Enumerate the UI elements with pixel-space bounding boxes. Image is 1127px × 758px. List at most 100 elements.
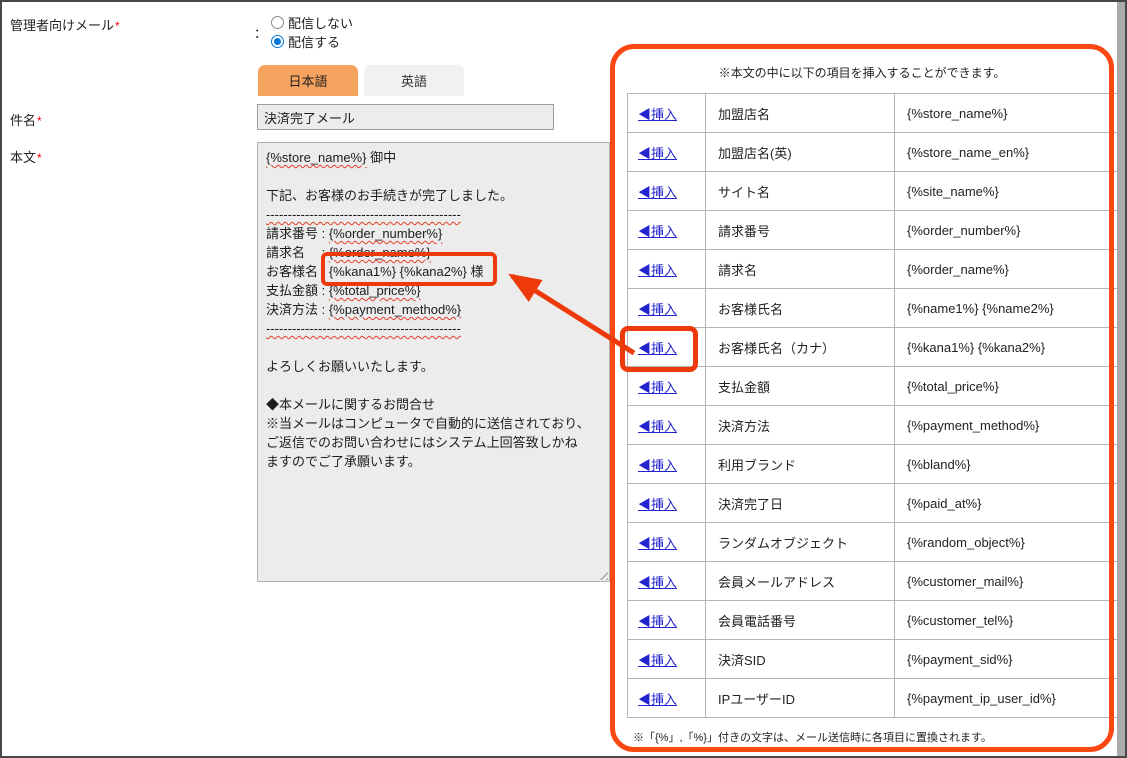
body-line: 請求名 : {%order_name%} xyxy=(266,243,601,262)
radio-options: 配信しない配信する xyxy=(271,13,359,51)
insert-link[interactable]: ◀挿入 xyxy=(638,536,677,551)
radio-option-配信しない[interactable]: 配信しない xyxy=(271,13,353,32)
insert-link[interactable]: ◀挿入 xyxy=(638,380,677,395)
item-name-cell: 支払金額 xyxy=(706,367,895,406)
item-name-cell: 加盟店名(英) xyxy=(706,133,895,172)
insert-cell: ◀挿入 xyxy=(628,328,706,367)
insert-link[interactable]: ◀挿入 xyxy=(638,341,677,356)
insert-link[interactable]: ◀挿入 xyxy=(638,263,677,278)
mail-body-text: {%store_name%} 御中 下記、お客様のお手続きが完了しました。 ---… xyxy=(266,148,601,471)
admin-mail-label: 管理者向けメール* xyxy=(10,15,120,34)
table-row: ◀挿入お客様氏名（カナ）{%kana1%} {%kana2%} xyxy=(628,328,1127,367)
variable-cell: {%payment_ip_user_id%} xyxy=(895,679,1127,718)
body-line: 請求番号 : {%order_number%} xyxy=(266,224,601,243)
variable-table: ◀挿入加盟店名{%store_name%}◀挿入加盟店名(英){%store_n… xyxy=(627,93,1127,718)
item-name-cell: 会員メールアドレス xyxy=(706,562,895,601)
panel-header-note: ※本文の中に以下の項目を挿入することができます。 xyxy=(612,64,1112,81)
body-text: ご返信でのお問い合わせにはシステム上回答致しかね xyxy=(266,435,578,450)
insert-cell: ◀挿入 xyxy=(628,133,706,172)
insert-cell: ◀挿入 xyxy=(628,250,706,289)
body-textarea[interactable]: {%store_name%} 御中 下記、お客様のお手続きが完了しました。 ---… xyxy=(257,142,610,582)
table-row: ◀挿入 決済方法{%payment_method%} xyxy=(628,406,1127,445)
body-text: ※当メールはコンピュータで自動的に送信されており、 xyxy=(266,416,590,431)
insert-link[interactable]: ◀挿入 xyxy=(638,224,677,239)
insert-link[interactable]: ◀挿入 xyxy=(638,146,677,161)
radio-option-label: 配信する xyxy=(288,32,340,51)
table-row: ◀挿入 IPユーザーID{%payment_ip_user_id%} xyxy=(628,679,1127,718)
template-variable: ----------------------------------------… xyxy=(266,207,461,222)
body-line: ----------------------------------------… xyxy=(266,319,601,338)
variable-cell: {%paid_at%} xyxy=(895,484,1127,523)
insert-cell: ◀挿入 xyxy=(628,367,706,406)
delivery-radio-group: ： 配信しない配信する xyxy=(254,13,359,51)
table-row: ◀挿入請求番号{%order_number%} xyxy=(628,211,1127,250)
insert-cell: ◀挿入 xyxy=(628,523,706,562)
body-label-text: 本文 xyxy=(10,150,36,165)
insert-link[interactable]: ◀挿入 xyxy=(638,458,677,473)
body-line: よろしくお願いいたします。 xyxy=(266,357,601,376)
subject-label: 件名* xyxy=(10,110,42,129)
table-row: ◀挿入利用ブランド{%bland%} xyxy=(628,445,1127,484)
body-text: ますのでご了承願います。 xyxy=(266,454,421,469)
insert-cell: ◀挿入 xyxy=(628,562,706,601)
variable-cell: {%total_price%} xyxy=(895,367,1127,406)
vertical-scrollbar[interactable] xyxy=(1117,2,1125,756)
variable-cell: {%bland%} xyxy=(895,445,1127,484)
item-name-cell: 請求名 xyxy=(706,250,895,289)
body-line: ----------------------------------------… xyxy=(266,205,601,224)
insert-link[interactable]: ◀挿入 xyxy=(638,419,677,434)
body-line: 下記、お客様のお手続きが完了しました。 xyxy=(266,186,601,205)
table-row: ◀挿入お客様氏名{%name1%} {%name2%} xyxy=(628,289,1127,328)
variable-cell: {%order_name%} xyxy=(895,250,1127,289)
insert-link[interactable]: ◀挿入 xyxy=(638,107,677,122)
body-label: 本文* xyxy=(10,147,42,166)
insert-link[interactable]: ◀挿入 xyxy=(638,653,677,668)
separator-colon: ： xyxy=(254,23,267,42)
resize-grip-icon[interactable] xyxy=(597,569,608,580)
body-line xyxy=(266,167,601,186)
body-line: ますのでご了承願います。 xyxy=(266,452,601,471)
insert-link[interactable]: ◀挿入 xyxy=(638,692,677,707)
template-variable: {%total_price%} xyxy=(329,283,421,298)
admin-mail-label-text: 管理者向けメール xyxy=(10,18,114,33)
table-row: ◀挿入決済完了日{%paid_at%} xyxy=(628,484,1127,523)
item-name-cell: 加盟店名 xyxy=(706,94,895,133)
body-text: 御中 xyxy=(366,150,396,165)
body-text: 支払金額 : xyxy=(266,283,329,298)
table-row: ◀挿入 請求名{%order_name%} xyxy=(628,250,1127,289)
item-name-cell: 決済方法 xyxy=(706,406,895,445)
insert-link[interactable]: ◀挿入 xyxy=(638,302,677,317)
item-name-cell: IPユーザーID xyxy=(706,679,895,718)
radio-unselected-icon[interactable] xyxy=(271,16,284,29)
subject-label-text: 件名 xyxy=(10,113,36,128)
radio-option-label: 配信しない xyxy=(288,13,353,32)
radio-selected-icon[interactable] xyxy=(271,35,284,48)
variable-cell: {%payment_method%} xyxy=(895,406,1127,445)
radio-option-配信する[interactable]: 配信する xyxy=(271,32,353,51)
template-variable: ----------------------------------------… xyxy=(266,321,461,336)
body-line: お客様名 : {%kana1%} {%kana2%} 様 xyxy=(266,262,601,281)
insert-link[interactable]: ◀挿入 xyxy=(638,497,677,512)
body-line: {%store_name%} 御中 xyxy=(266,148,601,167)
tab-英語[interactable]: 英語 xyxy=(364,65,464,96)
table-row: ◀挿入会員電話番号{%customer_tel%} xyxy=(628,601,1127,640)
item-name-cell: 請求番号 xyxy=(706,211,895,250)
item-name-cell: お客様氏名（カナ） xyxy=(706,328,895,367)
mail-settings-page: 管理者向けメール* ： 配信しない配信する 日本語英語 件名* 本文* {%st… xyxy=(0,0,1127,758)
body-text: ◆本メールに関するお問合せ xyxy=(266,397,435,412)
template-variable: {%payment_method%} xyxy=(329,302,461,317)
variable-cell: {%store_name_en%} xyxy=(895,133,1127,172)
item-name-cell: 会員電話番号 xyxy=(706,601,895,640)
insert-cell: ◀挿入 xyxy=(628,406,706,445)
body-text: 決済方法 : xyxy=(266,302,329,317)
variable-cell: {%random_object%} xyxy=(895,523,1127,562)
insert-link[interactable]: ◀挿入 xyxy=(638,614,677,629)
body-line: 決済方法 : {%payment_method%} xyxy=(266,300,601,319)
tab-日本語[interactable]: 日本語 xyxy=(258,65,358,96)
template-variable: {%order_number%} xyxy=(329,226,442,241)
body-line xyxy=(266,338,601,357)
table-row: ◀挿入 支払金額{%total_price%} xyxy=(628,367,1127,406)
insert-link[interactable]: ◀挿入 xyxy=(638,185,677,200)
insert-link[interactable]: ◀挿入 xyxy=(638,575,677,590)
subject-input[interactable] xyxy=(257,104,554,130)
